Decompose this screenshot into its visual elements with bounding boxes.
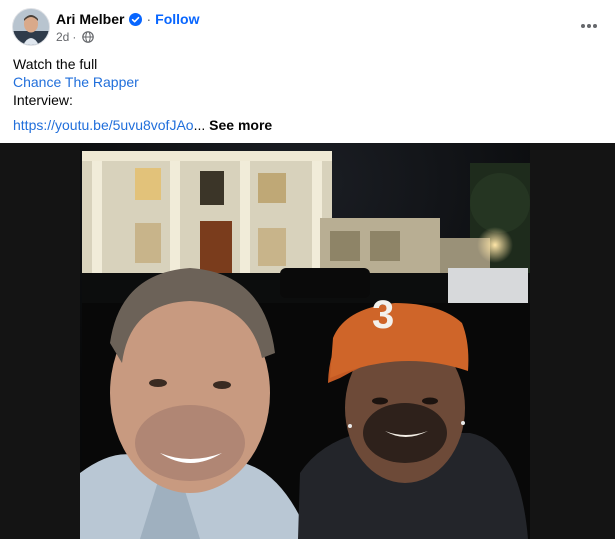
post-caption: Watch the full Chance The Rapper Intervi…: [13, 55, 603, 134]
more-options-icon: [581, 24, 597, 28]
post-timestamp[interactable]: 2d: [56, 30, 69, 44]
svg-text:3: 3: [372, 293, 394, 337]
author-name[interactable]: Ari Melber: [56, 10, 124, 28]
selfie-photo-image: 3: [0, 143, 615, 539]
post-photo[interactable]: 3: [0, 143, 615, 539]
youtube-link[interactable]: https://youtu.be/5uvu8vofJAo: [13, 117, 194, 133]
facebook-post: Ari Melber · Follow 2d · Watch the full …: [0, 0, 615, 539]
timestamp-row: 2d ·: [56, 30, 199, 44]
avatar-photo-icon: [13, 9, 49, 45]
globe-icon[interactable]: [82, 31, 95, 43]
author-avatar[interactable]: [12, 8, 50, 46]
see-more-button[interactable]: See more: [209, 117, 272, 133]
more-options-button[interactable]: [575, 14, 603, 38]
caption-ellipsis: ...: [193, 117, 206, 133]
author-row: Ari Melber · Follow: [56, 10, 199, 28]
separator-dot: ·: [72, 30, 77, 44]
caption-line: Watch the full: [13, 56, 98, 72]
caption-link-row: https://youtu.be/5uvu8vofJAo... See more: [13, 116, 603, 134]
post-header: Ari Melber · Follow 2d ·: [12, 8, 603, 48]
follow-button[interactable]: Follow: [155, 10, 199, 28]
post-meta: Ari Melber · Follow 2d ·: [56, 10, 199, 44]
caption-line: Interview:: [13, 92, 73, 108]
verified-badge-icon: [129, 12, 143, 26]
mention-link[interactable]: Chance The Rapper: [13, 73, 603, 91]
separator-dot: ·: [146, 11, 152, 27]
